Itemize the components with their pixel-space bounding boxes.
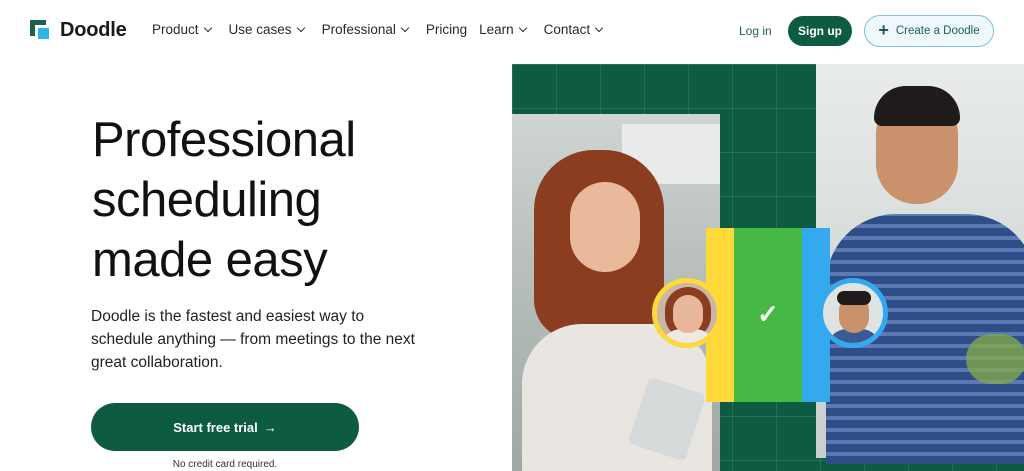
plant: [966, 334, 1024, 384]
menu-item-label: Pricing: [425, 22, 468, 37]
no-credit-card-note: No credit card required.: [172, 459, 278, 470]
brand-name: Doodle: [60, 19, 127, 41]
hero-image: ✓: [512, 64, 1024, 471]
menu-item-label: Professional: [321, 22, 396, 37]
signup-button[interactable]: Sign up: [788, 16, 852, 46]
arrow-right-icon: →: [263, 419, 277, 435]
chevron-down-icon: [594, 23, 604, 33]
headline-line: made easy: [92, 233, 328, 287]
check-icon: ✓: [757, 299, 779, 329]
create-doodle-button[interactable]: + Create a Doodle: [864, 15, 994, 47]
menu-item-learn[interactable]: Learn: [479, 22, 527, 37]
menu-item-label: Contact: [543, 22, 591, 37]
doodle-logo-icon: [30, 19, 52, 42]
description-line: great collaboration.: [91, 354, 223, 371]
description-line: Doodle is the fastest and easiest way to: [91, 308, 365, 325]
doodle-logo[interactable]: Doodle: [30, 19, 127, 42]
menu-item-label: Use cases: [228, 22, 292, 37]
create-doodle-label: Create a Doodle: [895, 25, 980, 37]
headline-line: scheduling: [92, 173, 322, 227]
menu-item-product[interactable]: Product: [152, 22, 212, 37]
menu-item-pricing[interactable]: Pricing: [426, 22, 467, 37]
cta-label: Start free trial: [173, 419, 258, 435]
top-navigation: Doodle Product Use cases Professional Pr…: [0, 0, 1024, 62]
avatar-woman: [652, 278, 722, 348]
hero-headline: Professional scheduling made easy: [92, 110, 512, 290]
login-link[interactable]: Log in: [739, 24, 772, 38]
menu-item-use-cases[interactable]: Use cases: [228, 22, 305, 37]
headline-line: Professional: [92, 113, 356, 167]
menu-item-contact[interactable]: Contact: [543, 22, 604, 37]
avatar-man: [818, 278, 888, 348]
start-free-trial-button[interactable]: Start free trial →: [91, 403, 359, 451]
chevron-down-icon: [203, 23, 212, 33]
menu-item-label: Product: [152, 22, 199, 37]
chevron-down-icon: [296, 23, 305, 33]
description-line: schedule anything — from meetings to the…: [91, 331, 415, 348]
hero-description: Doodle is the fastest and easiest way to…: [91, 305, 451, 374]
plus-icon: +: [878, 20, 889, 40]
chevron-down-icon: [518, 23, 527, 33]
main-menu: Product Use cases Professional Pricing L…: [152, 22, 620, 37]
menu-item-label: Learn: [479, 22, 514, 37]
man-photo: [816, 64, 1024, 464]
menu-item-professional[interactable]: Professional: [321, 22, 410, 37]
chevron-down-icon: [400, 23, 410, 33]
